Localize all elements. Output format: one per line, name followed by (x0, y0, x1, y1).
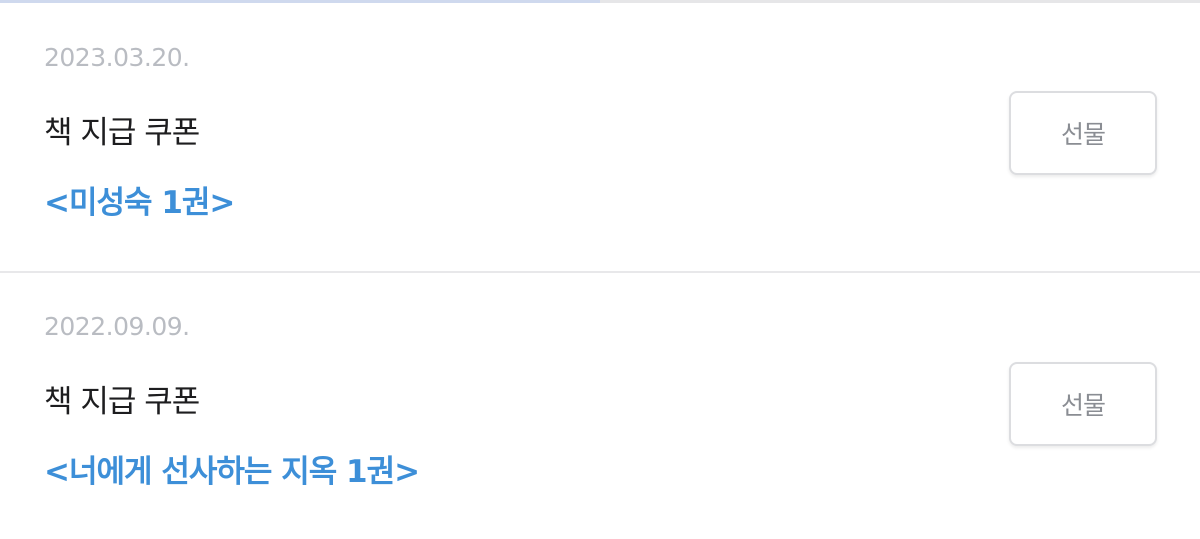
coupon-date: 2022.09.09. (44, 312, 190, 341)
coupon-list: 2023.03.20. 책 지급 쿠폰 <미성숙 1권> 선물 2022.09.… (0, 3, 1200, 539)
coupon-date: 2023.03.20. (44, 43, 190, 72)
gift-button[interactable]: 선물 (1009, 91, 1157, 175)
coupon-book-link[interactable]: <미성숙 1권> (44, 177, 235, 222)
coupon-title: 책 지급 쿠폰 (44, 384, 200, 420)
coupon-title: 책 지급 쿠폰 (44, 115, 200, 151)
coupon-item: 2022.09.09. 책 지급 쿠폰 <너에게 선사하는 지옥 1권> 선물 (0, 271, 1200, 539)
gift-button[interactable]: 선물 (1009, 362, 1157, 446)
coupon-item: 2023.03.20. 책 지급 쿠폰 <미성숙 1권> 선물 (0, 3, 1200, 271)
coupon-book-link[interactable]: <너에게 선사하는 지옥 1권> (44, 446, 420, 491)
